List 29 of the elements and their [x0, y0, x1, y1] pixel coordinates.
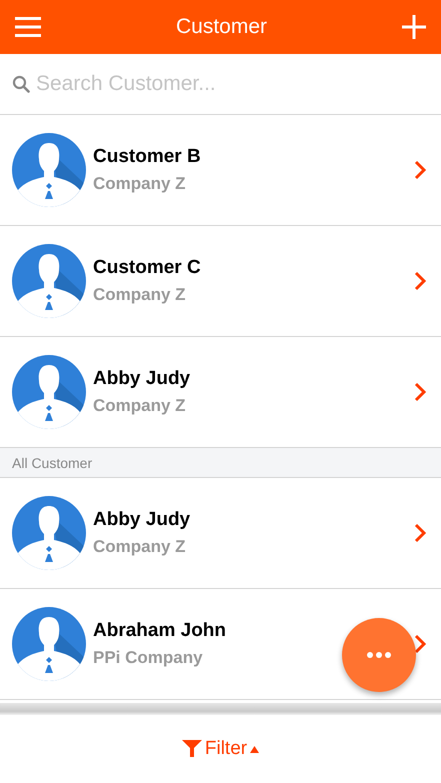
company-name: Company Z: [93, 396, 186, 416]
customer-row[interactable]: Customer C Company Z: [0, 226, 441, 337]
section-header: All Customer: [0, 448, 441, 478]
customer-name: Customer B: [93, 146, 201, 168]
company-name: Company Z: [93, 285, 186, 305]
chevron-right-icon: [413, 160, 427, 180]
chevron-right-icon: [413, 271, 427, 291]
customer-name: Abby Judy: [93, 368, 190, 390]
chevron-right-icon: [413, 523, 427, 543]
customer-row[interactable]: Abby Judy Company Z: [0, 478, 441, 589]
customer-name: Abby Judy: [93, 509, 190, 531]
screen-title: Customer: [176, 15, 268, 39]
chevron-right-icon: [413, 634, 427, 654]
menu-icon[interactable]: [15, 17, 41, 37]
funnel-icon: [182, 740, 202, 758]
customer-row[interactable]: Customer B Company Z: [0, 115, 441, 226]
more-button[interactable]: [342, 618, 416, 692]
company-name: PPi Company: [93, 648, 203, 668]
add-icon[interactable]: [402, 15, 426, 39]
company-name: Company Z: [93, 174, 186, 194]
customer-name: Abraham John: [93, 620, 226, 642]
caret-up-icon: [250, 746, 260, 752]
chevron-right-icon: [413, 382, 427, 402]
more-icon: [367, 652, 391, 658]
customer-row[interactable]: Abby Judy Company Z: [0, 337, 441, 448]
company-name: Company Z: [93, 537, 186, 557]
filter-button[interactable]: Filter: [178, 734, 264, 764]
search-icon: [12, 75, 30, 93]
customer-name: Customer C: [93, 257, 201, 279]
